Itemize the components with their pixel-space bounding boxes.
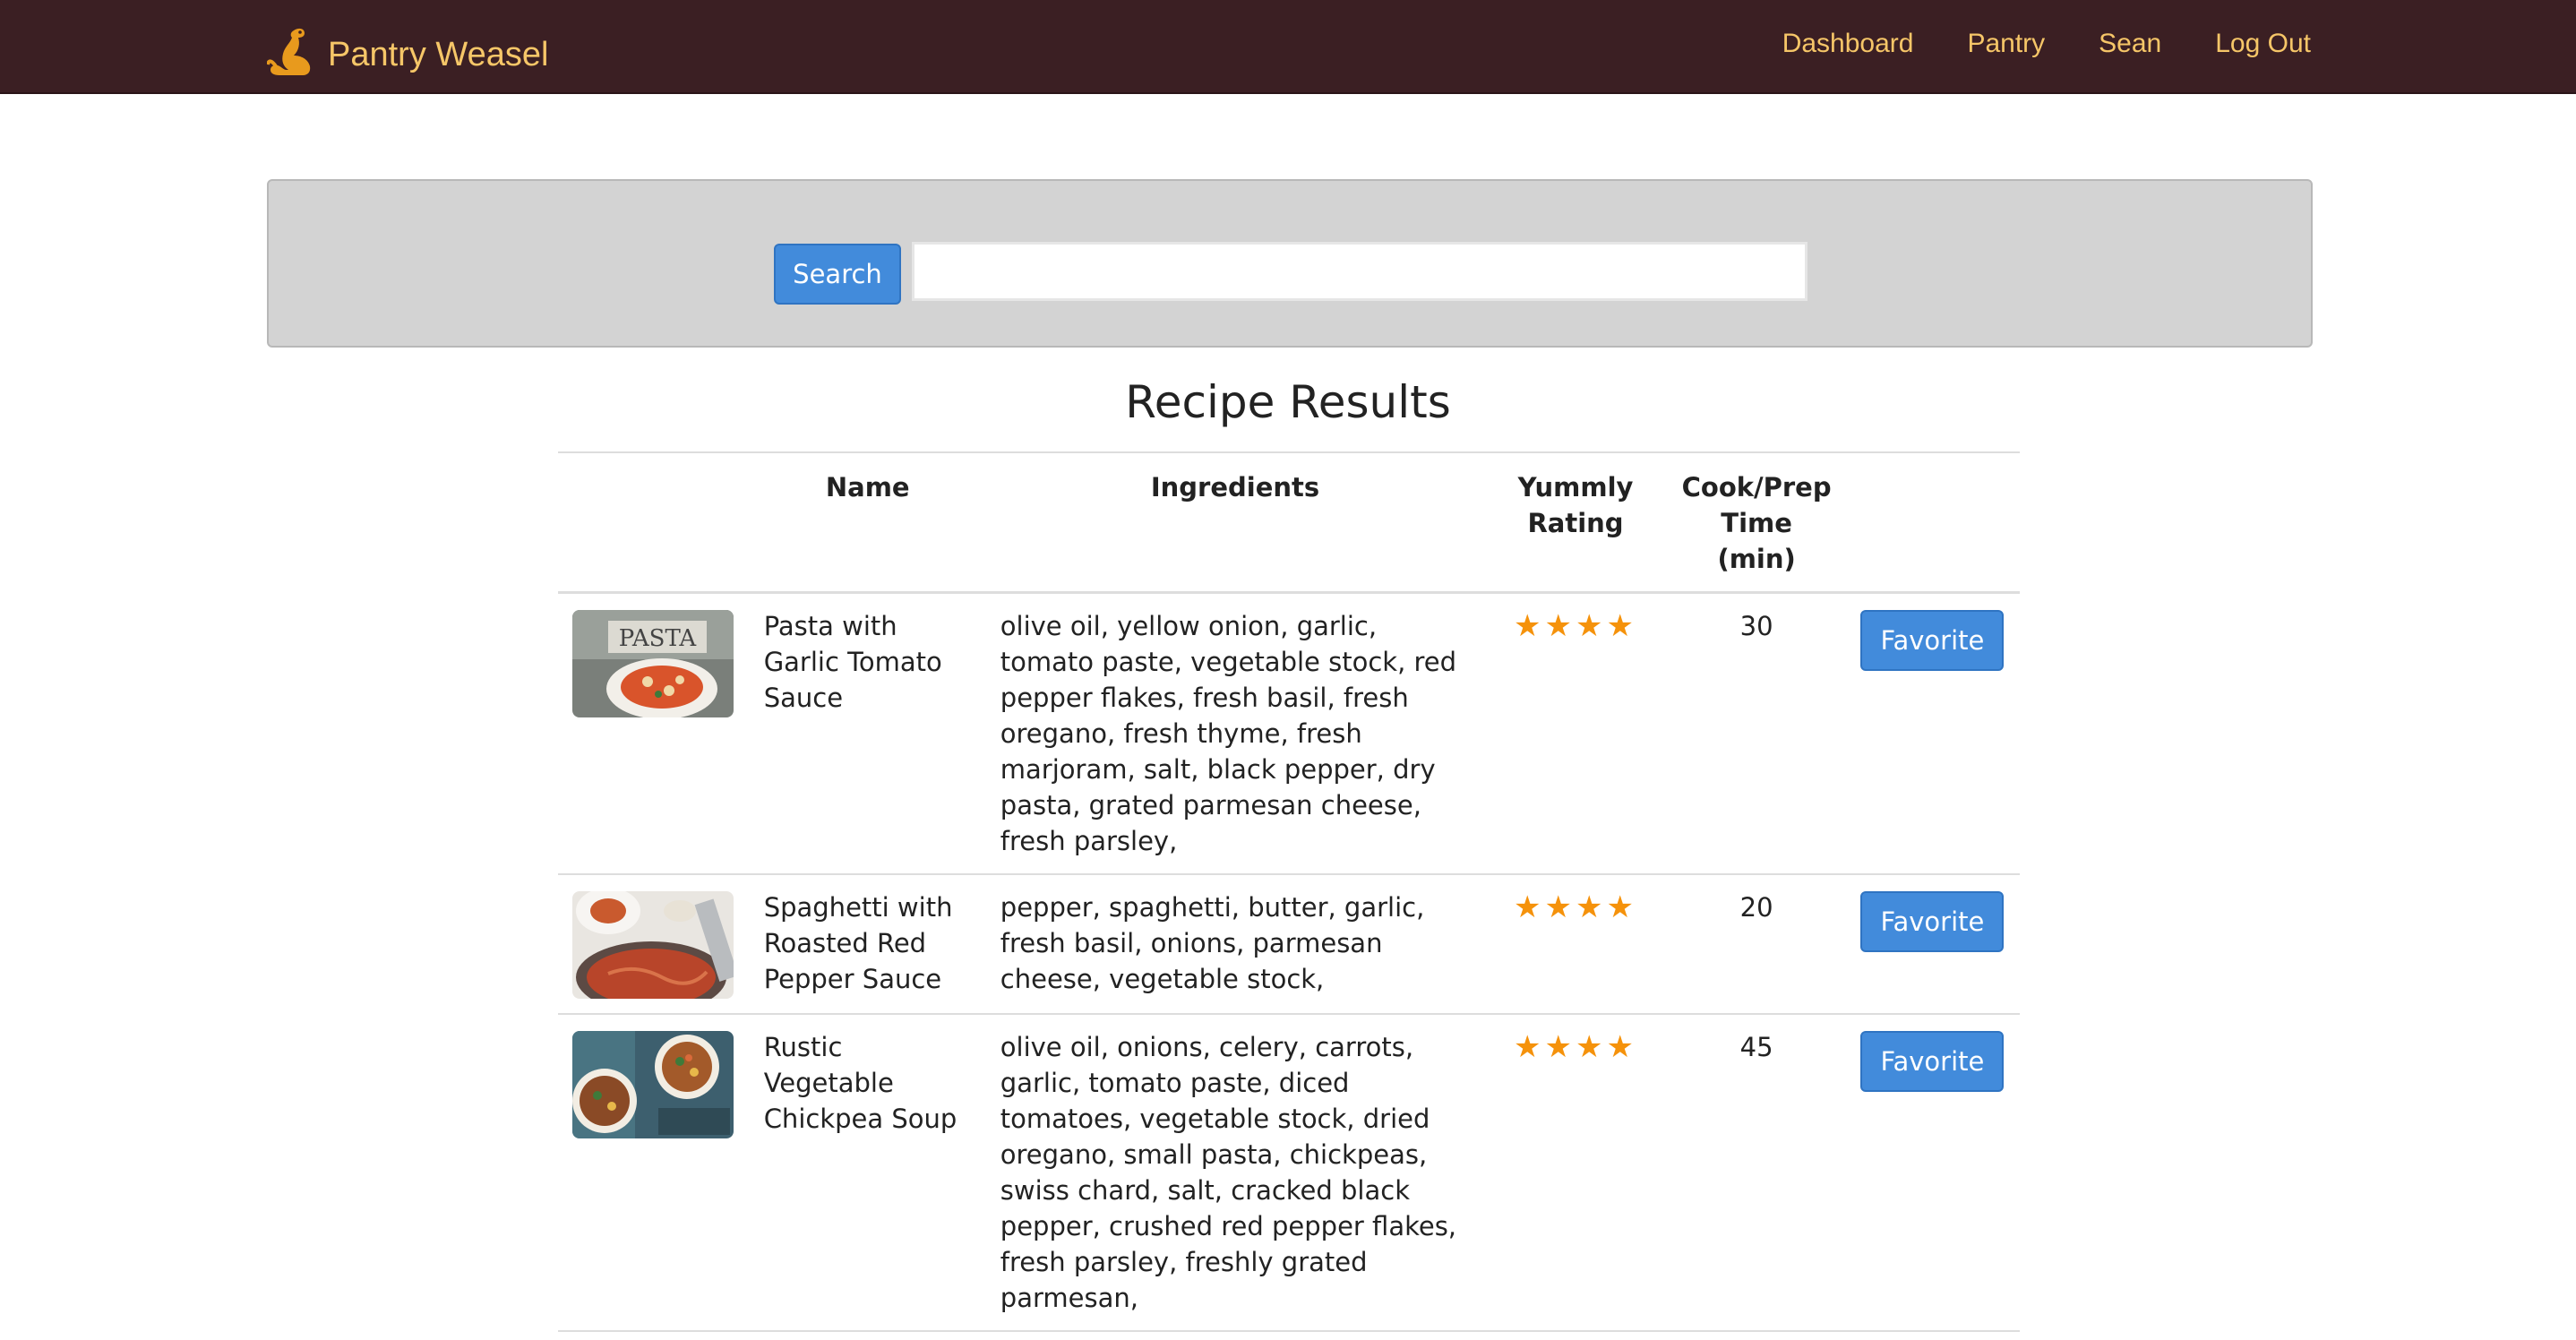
svg-text:PASTA: PASTA	[619, 625, 698, 652]
column-header-name: Name	[749, 451, 986, 593]
recipe-ingredients: olive oil, onions, celery, carrots, garl…	[985, 1013, 1485, 1332]
pasta-photo[interactable]: PASTA	[572, 610, 734, 717]
recipe-name[interactable]: Pasta with Garlic Tomato Sauce	[749, 591, 986, 874]
nav-link-user[interactable]: Sean	[2099, 29, 2161, 59]
table-row: Rustic Vegetable Chickpea Soup olive oil…	[558, 1013, 2020, 1332]
nav-link-logout[interactable]: Log Out	[2215, 29, 2311, 59]
recipe-time: 20	[1666, 873, 1847, 1014]
nav-link-pantry[interactable]: Pantry	[1967, 29, 2045, 59]
recipe-time: 45	[1666, 1013, 1847, 1332]
results-title: Recipe Results	[1125, 376, 1451, 428]
spaghetti-photo[interactable]	[572, 891, 734, 999]
table-header-row: Name Ingredients Yummly Rating Cook/Prep…	[558, 451, 2020, 593]
favorite-button[interactable]: Favorite	[1860, 610, 2005, 671]
brand[interactable]: Pantry Weasel	[267, 25, 548, 81]
search-input[interactable]	[912, 242, 1807, 301]
weasel-logo-icon	[267, 28, 311, 75]
table-row: PASTA Pasta with Garlic Tomato Sauce oli…	[558, 591, 2020, 874]
column-header-rating: Yummly Rating	[1484, 451, 1667, 593]
star-rating: ★★★★	[1514, 889, 1637, 925]
recipe-ingredients: pepper, spaghetti, butter, garlic, fresh…	[985, 873, 1485, 1014]
recipe-name[interactable]: Spaghetti with Roasted Red Pepper Sauce	[749, 873, 986, 1014]
column-header-action	[1846, 451, 2020, 593]
recipe-time: 30	[1666, 591, 1847, 874]
nav-link-dashboard[interactable]: Dashboard	[1782, 29, 1914, 59]
favorite-button[interactable]: Favorite	[1860, 891, 2005, 952]
navbar: Pantry Weasel Dashboard Pantry Sean Log …	[0, 0, 2576, 94]
search-button[interactable]: Search	[774, 244, 901, 305]
results-table: Name Ingredients Yummly Rating Cook/Prep…	[558, 451, 2020, 1332]
column-header-time: Cook/Prep Time (min)	[1666, 451, 1847, 593]
recipe-name[interactable]: Rustic Vegetable Chickpea Soup	[749, 1013, 986, 1332]
recipe-ingredients: olive oil, yellow onion, garlic, tomato …	[985, 591, 1485, 874]
search-panel: Search	[267, 179, 2313, 348]
brand-name: Pantry Weasel	[328, 35, 549, 73]
column-header-image	[558, 451, 750, 593]
table-row: Spaghetti with Roasted Red Pepper Sauce …	[558, 873, 2020, 1014]
soup-photo[interactable]	[572, 1031, 734, 1138]
nav-links: Dashboard Pantry Sean Log Out	[1729, 29, 2311, 59]
column-header-ingredients: Ingredients	[985, 451, 1485, 593]
star-rating: ★★★★	[1514, 608, 1637, 644]
favorite-button[interactable]: Favorite	[1860, 1031, 2005, 1092]
star-rating: ★★★★	[1514, 1029, 1637, 1065]
